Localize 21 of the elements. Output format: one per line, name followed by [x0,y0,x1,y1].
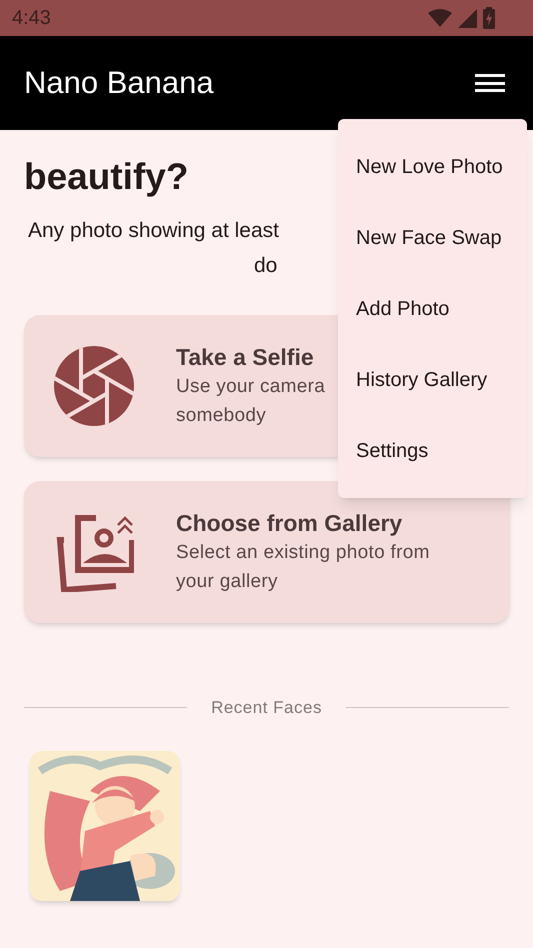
card-title: Choose from Gallery [176,509,404,538]
subtitle: Any photo showing at least [28,218,279,244]
photo-stack-icon [54,512,134,592]
menu-item[interactable]: New Love Photo [338,131,527,202]
card-description: Use your camera [176,375,326,399]
heading: beautify? [24,155,188,199]
card-description: somebody [176,404,268,428]
status-time: 4:43 [12,6,51,31]
signal-icon [458,8,477,28]
card-description: your gallery [176,570,279,594]
wifi-icon [428,8,452,28]
menu-button[interactable] [475,71,505,95]
option-card[interactable]: Choose from Gallery Select an existing photo from your gallery [24,481,510,623]
card-title: Take a Selfie [176,343,315,372]
battery-icon [483,7,495,29]
aperture-icon [54,346,134,426]
subtitle: do [254,253,278,279]
app-title: Nano Banana [24,64,214,102]
section-label: Recent Faces [211,697,322,719]
card-description: Select an existing photo from [176,541,430,565]
menu-item[interactable]: New Face Swap [338,202,527,273]
